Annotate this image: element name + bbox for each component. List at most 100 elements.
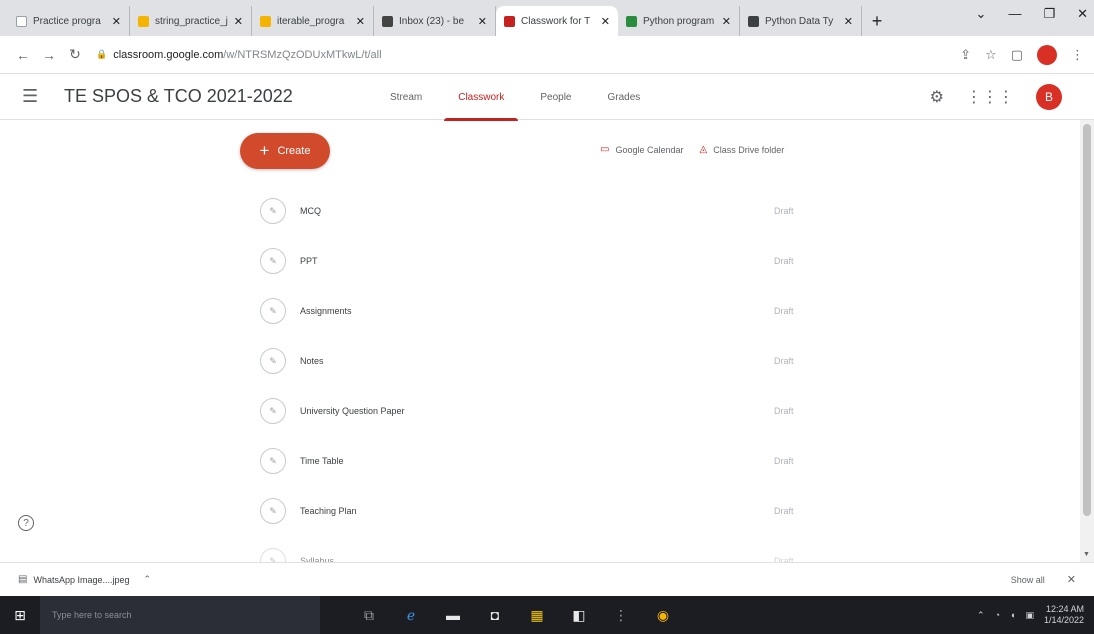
new-tab-button[interactable]: + (862, 6, 892, 36)
bookmark-star-icon[interactable]: ☆ (985, 47, 997, 63)
tab-title: Inbox (23) - be (399, 15, 465, 27)
browser-tab[interactable]: Classwork for T ✕ (496, 6, 618, 36)
tab-title: iterable_progra (277, 15, 345, 27)
app-icon[interactable]: ⋮ (612, 607, 630, 624)
topic-row[interactable]: ✎ University Question Paper Draft (258, 386, 818, 436)
calendar-icon: ▭ (600, 144, 610, 155)
class-title[interactable]: TE SPOS & TCO 2021-2022 (64, 86, 293, 107)
topic-draft-icon: ✎ (260, 498, 286, 524)
class-drive-folder-label: Class Drive folder (713, 144, 785, 155)
url-host: classroom.google.com (113, 48, 224, 61)
lock-icon: 🔒 (96, 49, 108, 59)
browser-actions: ⇪ ☆ ▢ ⋮ (960, 44, 1084, 65)
header-actions: ⚙ ⋮⋮⋮ B (930, 84, 1062, 110)
topic-row[interactable]: ✎ Syllabus Draft (258, 536, 818, 562)
google-calendar-label: Google Calendar (615, 144, 684, 155)
edge-browser-icon[interactable]: ℯ (402, 607, 420, 624)
tab-close-icon[interactable]: ✕ (478, 15, 487, 28)
topic-row[interactable]: ✎ PPT Draft (258, 236, 818, 286)
class-drive-folder-link[interactable]: ◬ Class Drive folder (700, 144, 785, 155)
topic-row[interactable]: ✎ MCQ Draft (258, 186, 818, 236)
topic-draft-icon: ✎ (260, 398, 286, 424)
chevron-up-icon[interactable]: ⌃ (144, 574, 152, 585)
browser-tab[interactable]: string_practice_j ✕ (130, 6, 252, 36)
topic-draft-icon: ✎ (260, 248, 286, 274)
browser-tabs: Practice progra ✕ string_practice_j ✕ iterab… (8, 6, 862, 36)
tab-close-icon[interactable]: ✕ (601, 15, 610, 28)
tab-close-icon[interactable]: ✕ (234, 15, 243, 28)
task-view-icon[interactable]: ⧉ (360, 607, 378, 624)
taskbar-search[interactable]: Type here to search (40, 596, 320, 634)
sticky-notes-icon[interactable]: ▦ (528, 607, 546, 624)
scroll-down-arrow-icon[interactable]: ▼ (1083, 551, 1090, 558)
create-button-label: Create (277, 145, 311, 157)
address-bar: ← → ↻ 🔒 classroom.google.com /w/NTRSMzQz… (0, 36, 1094, 74)
tab-classwork[interactable]: Classwork (440, 74, 522, 121)
topic-name: Assignments (300, 306, 352, 316)
tab-search-icon[interactable]: ⌄ (976, 6, 987, 22)
plus-icon: + (259, 141, 270, 160)
share-icon[interactable]: ⇪ (960, 47, 971, 63)
taskbar-clock[interactable]: 12:24 AM 1/14/2022 (1044, 604, 1084, 626)
create-button[interactable]: + Create (240, 133, 330, 169)
topic-name: Time Table (300, 456, 344, 466)
topic-row[interactable]: ✎ Notes Draft (258, 336, 818, 386)
topic-draft-icon: ✎ (260, 298, 286, 324)
clock-date: 1/14/2022 (1043, 615, 1084, 625)
browser-tab[interactable]: Practice progra ✕ (8, 6, 130, 36)
topic-row[interactable]: ✎ Time Table Draft (258, 436, 818, 486)
main-menu-icon[interactable]: ☰ (22, 86, 50, 107)
download-file-name[interactable]: WhatsApp Image....jpeg (33, 575, 129, 585)
tab-title: string_practice_j (155, 15, 228, 27)
tab-people[interactable]: People (522, 74, 589, 120)
notification-icon[interactable]: ▣ (1025, 610, 1034, 621)
tab-close-icon[interactable]: ✕ (356, 15, 365, 28)
topic-row[interactable]: ✎ Teaching Plan Draft (258, 486, 818, 536)
windows-taskbar: ⊞ Type here to search ⧉ ℯ ▬ ◘ ▦ ◧ ⋮ ◉ ⌃ … (0, 596, 1094, 634)
browser-tab[interactable]: Python program ✕ (618, 6, 740, 36)
tab-close-icon[interactable]: ✕ (844, 15, 853, 28)
help-icon[interactable]: ? (18, 515, 34, 531)
network-icon[interactable]: ◔ (995, 610, 1000, 620)
browser-tab[interactable]: Python Data Ty ✕ (740, 6, 862, 36)
tab-favicon-icon (16, 15, 27, 27)
topic-draft-icon: ✎ (260, 448, 286, 474)
reload-icon[interactable]: ↻ (62, 46, 88, 63)
tab-close-icon[interactable]: ✕ (112, 15, 121, 28)
tab-favicon-icon (748, 15, 759, 27)
classwork-links: ▭ Google Calendar ◬ Class Drive folder (600, 144, 784, 155)
tab-title: Classwork for T (521, 15, 591, 27)
maximize-icon[interactable]: ❐ (1043, 6, 1055, 22)
windows-start-icon[interactable]: ⊞ (0, 607, 40, 624)
volume-icon[interactable]: ◖ (1010, 610, 1015, 620)
topic-row[interactable]: ✎ Assignments Draft (258, 286, 818, 336)
browser-menu-icon[interactable]: ⋮ (1071, 47, 1084, 63)
browser-tab[interactable]: iterable_progra ✕ (252, 6, 374, 36)
page-scrollbar[interactable]: ▼ (1080, 120, 1094, 562)
tab-grades[interactable]: Grades (590, 74, 659, 120)
scrollbar-thumb[interactable] (1083, 124, 1091, 516)
settings-gear-icon[interactable]: ⚙ (930, 87, 944, 107)
close-window-icon[interactable]: ✕ (1077, 6, 1088, 22)
document-app-icon[interactable]: ◧ (570, 607, 588, 624)
back-icon[interactable]: ← (10, 47, 36, 63)
file-explorer-icon[interactable]: ▬ (444, 607, 462, 623)
account-avatar[interactable]: B (1036, 84, 1062, 110)
close-shelf-icon[interactable]: ✕ (1067, 573, 1076, 586)
browser-profile-avatar[interactable] (1037, 44, 1057, 65)
google-calendar-link[interactable]: ▭ Google Calendar (600, 144, 684, 155)
forward-icon[interactable]: → (36, 47, 62, 63)
download-shelf: ▤ WhatsApp Image....jpeg ⌃ Show all ✕ (0, 562, 1094, 596)
store-icon[interactable]: ◘ (486, 607, 504, 623)
google-apps-icon[interactable]: ⋮⋮⋮ (966, 87, 1014, 107)
tab-close-icon[interactable]: ✕ (722, 15, 731, 28)
show-all-button[interactable]: Show all (1011, 575, 1045, 585)
browser-tab[interactable]: Inbox (23) - be ✕ (374, 6, 496, 36)
chrome-icon[interactable]: ◉ (654, 607, 672, 624)
minimize-icon[interactable]: — (1008, 6, 1021, 22)
taskbar-apps: ⧉ ℯ ▬ ◘ ▦ ◧ ⋮ ◉ (360, 607, 672, 624)
tray-chevron-icon[interactable]: ⌃ (977, 610, 985, 621)
tab-stream[interactable]: Stream (372, 74, 440, 120)
extensions-icon[interactable]: ▢ (1011, 47, 1023, 63)
url-field[interactable]: 🔒 classroom.google.com /w/NTRSMzQzODUxMT… (96, 49, 956, 61)
